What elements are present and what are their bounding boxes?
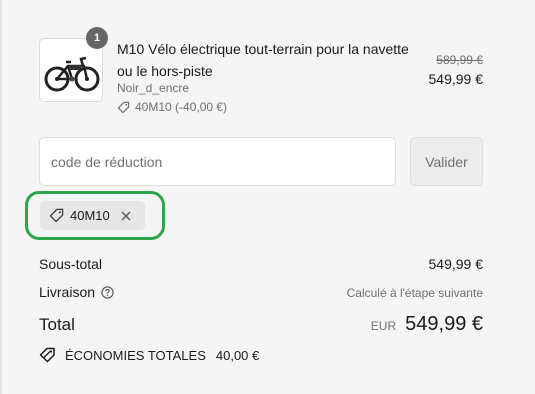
discount-code-input[interactable] — [39, 137, 396, 186]
currency-code: EUR — [370, 319, 397, 333]
line-item-discount: 40M10 (-40,00 €) — [117, 100, 227, 114]
item-price: 549,99 € — [428, 71, 484, 87]
quantity-badge: 1 — [86, 27, 108, 49]
product-title: M10 Vélo électrique tout-terrain pour la… — [117, 41, 409, 79]
product-variant: Noir_d_encre — [117, 81, 190, 95]
product-thumbnail-wrap: 1 — [39, 27, 108, 102]
savings-amount: 40,00 € — [215, 347, 260, 363]
shipping-value: Calculé à l'étape suivante — [346, 286, 483, 300]
cart-line-item: 1 M10 Vélo électrique tout-terrain pour … — [39, 27, 484, 114]
savings-tag-icon — [39, 347, 55, 363]
shipping-label: Livraison — [39, 284, 96, 300]
help-icon[interactable] — [101, 285, 114, 299]
total-label: Total — [39, 315, 75, 334]
total-amount: 549,99 € — [405, 313, 483, 335]
total-savings: ÉCONOMIES TOTALES 40,00 € — [39, 347, 259, 363]
discount-highlight-annotation — [25, 191, 165, 240]
subtotal-label: Sous-total — [39, 256, 103, 272]
original-price: 589,99 € — [436, 53, 483, 67]
panel-border — [0, 0, 2, 394]
tag-icon — [117, 101, 130, 113]
subtotal-value: 549,99 € — [428, 256, 484, 272]
shipping-label-group: Livraison — [39, 284, 114, 300]
savings-label: ÉCONOMIES TOTALES — [65, 347, 206, 363]
total-amount-group: EUR 549,99 € — [371, 313, 483, 336]
total-row: Total EUR 549,99 € — [39, 313, 483, 336]
subtotal-row: Sous-total 549,99 € — [39, 256, 483, 272]
apply-discount-button[interactable]: Valider — [410, 137, 483, 186]
line-item-discount-text: 40M10 (-40,00 €) — [135, 100, 228, 114]
shipping-row: Livraison Calculé à l'étape suivante — [39, 284, 483, 300]
